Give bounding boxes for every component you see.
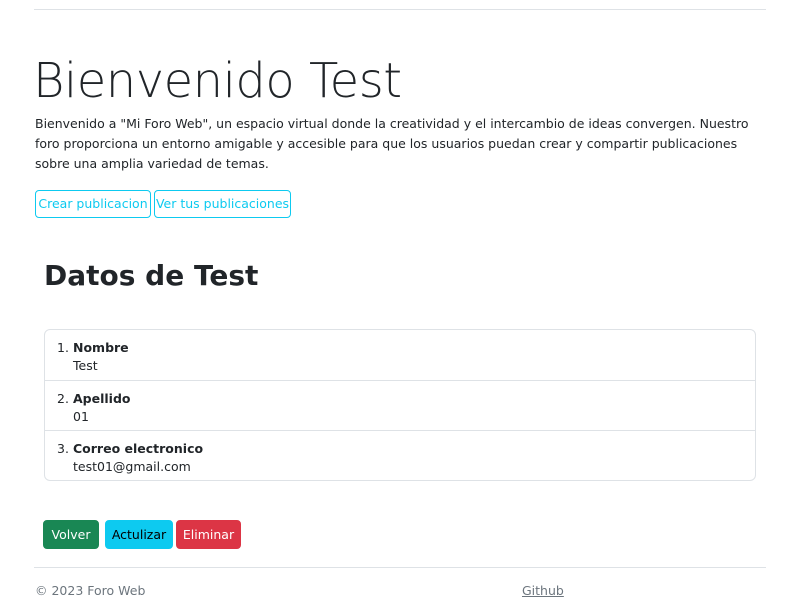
list-item-index: 3. — [57, 441, 69, 456]
list-item-value: 01 — [73, 409, 89, 424]
delete-button[interactable]: Eliminar — [176, 520, 241, 549]
back-button[interactable]: Volver — [43, 520, 99, 549]
page-title: Bienvenido Test — [33, 53, 402, 109]
github-link[interactable]: Github — [522, 583, 564, 599]
list-item-index: 2. — [57, 391, 69, 406]
list-item-apellido: 2. Apellido 01 — [45, 380, 755, 430]
list-item-index: 1. — [57, 340, 69, 355]
list-item-label: Nombre — [73, 340, 129, 355]
top-divider — [34, 9, 766, 10]
list-item-label: Correo electronico — [73, 441, 204, 456]
page: Bienvenido Test Bienvenido a "Mi Foro We… — [0, 0, 800, 600]
list-item-value: test01@gmail.com — [73, 459, 191, 474]
intro-paragraph: Bienvenido a "Mi Foro Web", un espacio v… — [35, 116, 749, 171]
footer-copyright: © 2023 Foro Web — [35, 583, 146, 598]
user-data-heading: Datos de Test — [44, 259, 259, 292]
list-item-value: Test — [73, 358, 98, 373]
footer-divider — [34, 567, 766, 568]
view-posts-button[interactable]: Ver tus publicaciones — [154, 190, 291, 218]
create-post-button[interactable]: Crear publicacion — [35, 190, 151, 218]
list-item-nombre: 1. Nombre Test — [45, 330, 755, 380]
user-data-list: 1. Nombre Test 2. Apellido 01 3. Correo … — [44, 329, 756, 481]
list-item-label: Apellido — [73, 391, 131, 406]
list-item-correo: 3. Correo electronico test01@gmail.com — [45, 430, 755, 480]
update-button[interactable]: Actulizar — [105, 520, 173, 549]
